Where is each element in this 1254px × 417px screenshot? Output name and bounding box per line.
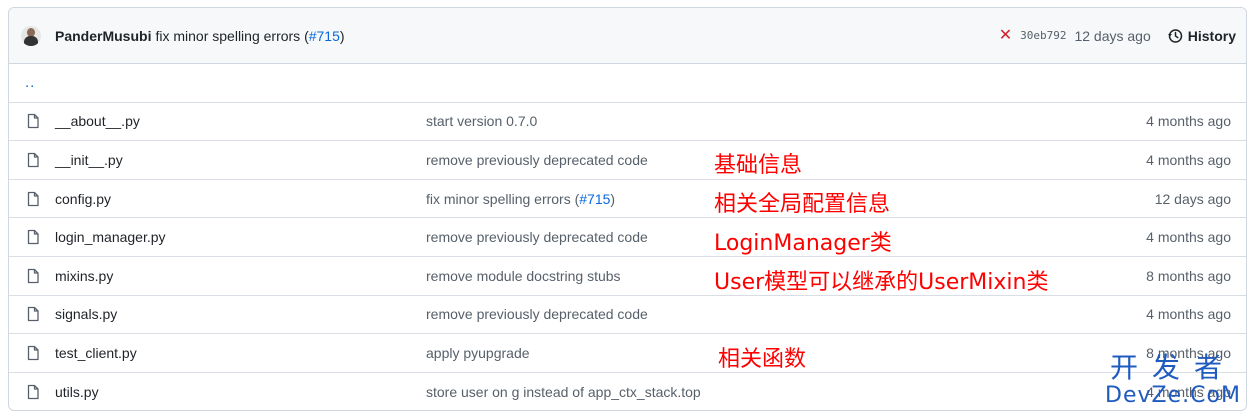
file-name-link[interactable]: login_manager.py [55, 229, 426, 245]
history-button[interactable]: History [1167, 28, 1236, 44]
file-name-link[interactable]: test_client.py [55, 345, 426, 361]
annotation-test-client: 相关函数 [718, 347, 807, 372]
annotation-config: 相关全局配置信息 [714, 192, 891, 217]
commit-message[interactable]: fix minor spelling errors (#715) [155, 28, 344, 44]
history-icon [1167, 28, 1183, 43]
file-commit-age: 4 months ago [1146, 229, 1231, 246]
pr-link[interactable]: #715 [309, 28, 340, 44]
file-name-link[interactable]: utils.py [55, 384, 426, 400]
file-row[interactable]: mixins.py remove module docstring stubs 8 … [9, 257, 1246, 296]
file-icon [27, 114, 39, 129]
file-commit-message[interactable]: start version 0.7.0 [426, 113, 537, 129]
file-name-link[interactable]: __init__.py [55, 152, 426, 168]
annotation-login-manager: LoginManager类 [714, 231, 892, 256]
parent-directory-row[interactable]: .. [9, 64, 1246, 103]
file-browser: PanderMusubi fix minor spelling errors (… [8, 7, 1247, 411]
file-icon [27, 268, 39, 283]
commit-author[interactable]: PanderMusubi [55, 28, 151, 44]
file-row[interactable]: config.py fix minor spelling errors (#715… [9, 180, 1246, 219]
file-icon [27, 230, 39, 245]
x-icon[interactable]: ✕ [999, 27, 1012, 44]
file-icon [27, 191, 39, 206]
file-name-link[interactable]: signals.py [55, 306, 426, 322]
file-row[interactable]: signals.py remove previously deprecated c… [9, 296, 1246, 335]
file-row[interactable]: test_client.py apply pyupgrade 8 months ag… [9, 334, 1246, 373]
pr-link[interactable]: #715 [579, 191, 610, 207]
file-name-link[interactable]: config.py [55, 191, 426, 207]
file-icon [27, 307, 39, 322]
file-commit-age: 4 months ago [1146, 113, 1231, 130]
file-icon [27, 384, 39, 400]
file-row[interactable]: login_manager.py remove previously deprec… [9, 218, 1246, 257]
file-commit-message[interactable]: remove previously deprecated code [426, 306, 648, 322]
annotation-init: 基础信息 [714, 153, 803, 178]
commit-age: 12 days ago [1074, 27, 1151, 44]
file-name-link[interactable]: mixins.py [55, 268, 426, 284]
file-commit-age: 4 months ago [1146, 151, 1231, 168]
file-commit-message[interactable]: fix minor spelling errors (#715) [426, 191, 615, 207]
latest-commit-bar: PanderMusubi fix minor spelling errors (… [9, 8, 1246, 64]
file-row[interactable]: __about__.py start version 0.7.0 4 months … [9, 103, 1246, 142]
watermark: 开发者 DevZe.CoM [1098, 353, 1248, 413]
watermark-line2: DevZe.CoM [1105, 383, 1241, 408]
annotation-mixins: User模型可以继承的UserMixin类 [714, 270, 1049, 295]
file-row[interactable]: __init__.py remove previously deprecated … [9, 141, 1246, 180]
parent-directory-link[interactable]: .. [9, 74, 35, 91]
commit-sha[interactable]: 30eb792 [1020, 29, 1066, 42]
file-commit-age: 8 months ago [1146, 267, 1231, 284]
file-icon [27, 152, 39, 168]
file-commit-message[interactable]: remove previously deprecated code [426, 152, 648, 168]
file-commit-message[interactable]: remove previously deprecated code [426, 229, 648, 245]
file-commit-message[interactable]: remove module docstring stubs [426, 268, 621, 284]
file-name-link[interactable]: __about__.py [55, 113, 426, 129]
file-commit-age: 4 months ago [1146, 306, 1231, 323]
history-label: History [1187, 27, 1236, 44]
file-row[interactable]: utils.py store user on g instead of app_c… [9, 373, 1246, 410]
file-commit-message[interactable]: store user on g instead of app_ctx_stack… [426, 384, 701, 400]
file-commit-age: 12 days ago [1154, 190, 1231, 207]
file-commit-message[interactable]: apply pyupgrade [426, 345, 530, 361]
watermark-line1: 开发者 [1109, 351, 1236, 384]
file-icon [27, 345, 39, 361]
avatar[interactable] [21, 25, 41, 46]
